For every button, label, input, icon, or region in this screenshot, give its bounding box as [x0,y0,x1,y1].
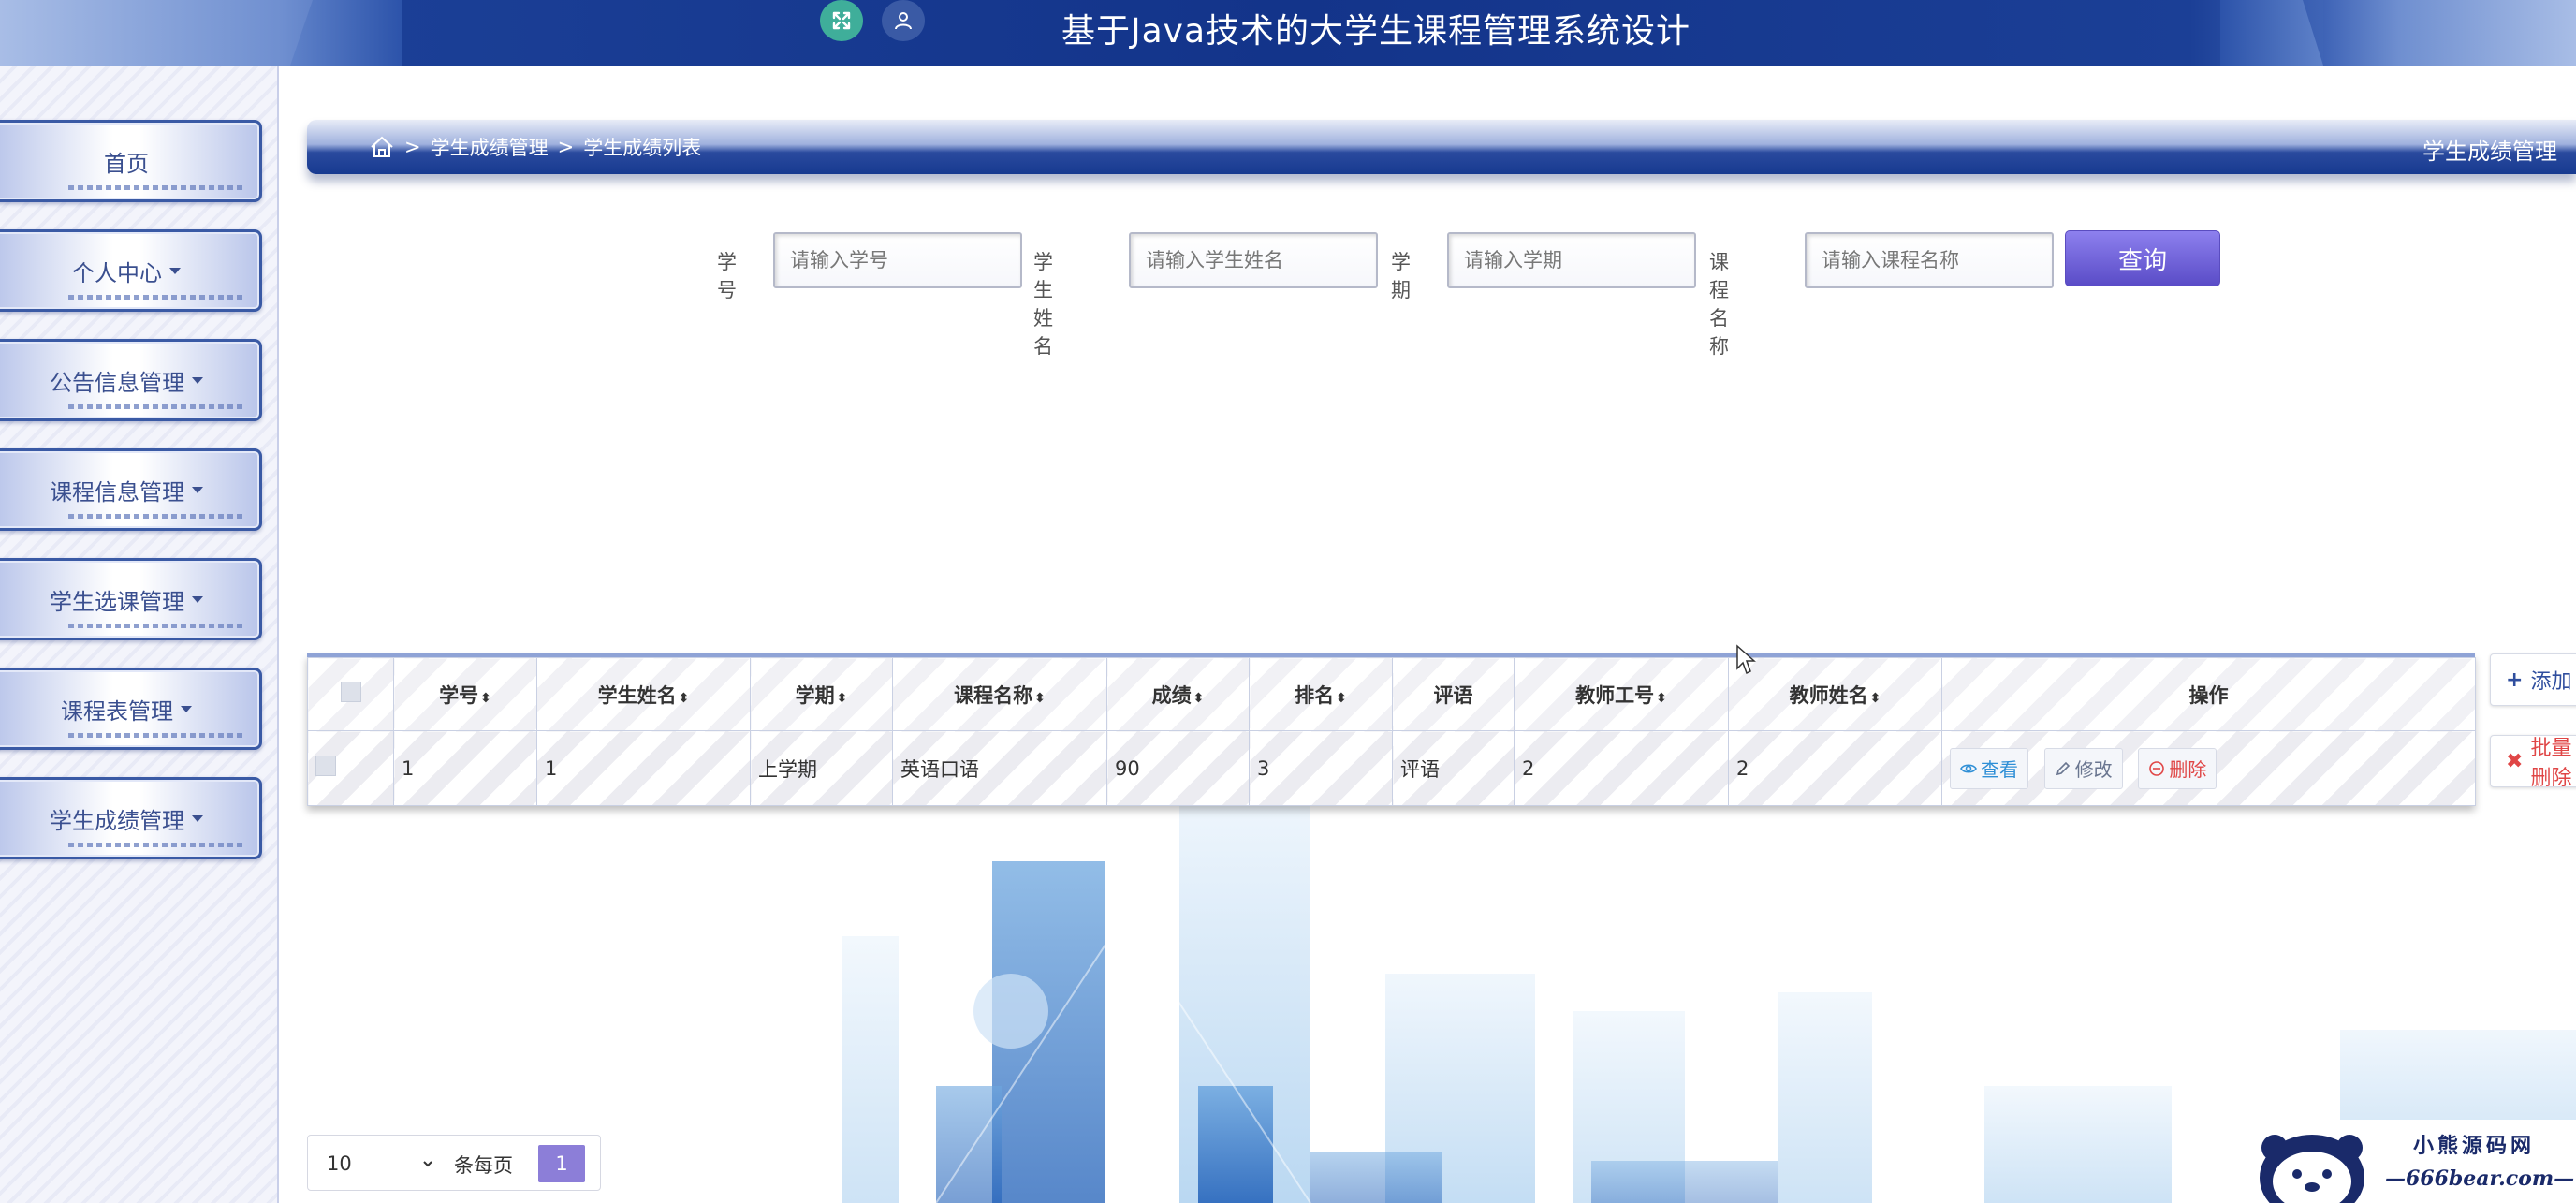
row-select-cell [307,730,394,806]
header-decoration-right-bevel [2220,0,2323,66]
breadcrumb: > 学生成绩管理 > 学生成绩列表 [369,133,701,161]
column-header-student-name[interactable]: 学生姓名 ⬍ [536,657,751,731]
sidebar-item-timetable[interactable]: 课程表管理 [0,668,262,750]
header-decoration-right [2323,0,2576,66]
sort-icon: ⬍ [1034,690,1046,706]
student-id-label: 学号 [717,251,737,301]
sort-icon: ⬍ [1193,690,1205,706]
select-all-checkbox[interactable] [340,682,361,702]
column-header-rank[interactable]: 排名 ⬍ [1249,657,1393,731]
sidebar-item-course-selection[interactable]: 学生选课管理 [0,558,262,640]
caret-down-icon [192,486,203,493]
sidebar-item-home[interactable]: 首页 [0,120,262,202]
watermark-line2: —666bear.com— [2385,1166,2575,1191]
cell-teacher-id: 2 [1514,730,1729,806]
page-size-label: 条每页 [454,1154,513,1177]
close-icon: ✖ [2506,749,2524,773]
breadcrumb-bar: > 学生成绩管理 > 学生成绩列表 学生成绩管理 [307,120,2576,174]
breadcrumb-separator: > [404,136,421,158]
cell-comment: 评语 [1392,730,1515,806]
pencil-icon [2056,761,2070,775]
sidebar-item-label: 课程表管理 [61,697,173,725]
bear-logo-icon [2260,1135,2364,1203]
cell-course-name: 英语口语 [892,730,1107,806]
student-name-label: 学生姓名 [1033,251,1053,358]
caret-down-icon [169,267,181,274]
sidebar-item-label: 课程信息管理 [50,478,184,506]
sidebar-item-label: 个人中心 [72,259,162,286]
mouse-cursor-icon [1736,644,1756,675]
sidebar-item-notice-management[interactable]: 公告信息管理 [0,339,262,421]
column-header-term[interactable]: 学期 ⬍ [750,657,893,731]
expand-icon[interactable] [820,0,863,41]
search-button[interactable]: 查询 [2065,230,2220,286]
column-header-course-name[interactable]: 课程名称 ⬍ [892,657,1107,731]
sidebar: 首页 个人中心 公告信息管理 课程信息管理 学生选课管理 课程表管理 学生成绩管… [0,66,279,1203]
table-header-row: 学号 ⬍ 学生姓名 ⬍ 学期 ⬍ 课程名称 ⬍ 成绩 ⬍ 排名 ⬍ 评语 教师工号 ⬍ 教师姓… [307,657,2476,731]
page-number-current[interactable]: 1 [538,1145,585,1182]
sidebar-item-course-management[interactable]: 课程信息管理 [0,448,262,531]
student-id-input[interactable] [773,232,1022,288]
eye-icon [1960,763,1977,773]
sidebar-item-label: 首页 [104,150,149,177]
column-header-student-id[interactable]: 学号 ⬍ [393,657,537,731]
cell-score: 90 [1106,730,1250,806]
column-header-comment: 评语 [1392,657,1515,731]
cell-actions: 查看 修改 删除 [1941,730,2476,806]
sort-icon: ⬍ [836,690,848,706]
cell-term: 上学期 [750,730,893,806]
select-all-cell [307,657,394,731]
term-input[interactable] [1447,232,1696,288]
page-size-select[interactable]: 10 [323,1145,435,1182]
batch-delete-button[interactable]: ✖ 批量删除 [2490,735,2576,790]
sort-icon: ⬍ [678,690,690,706]
minus-circle-icon [2149,760,2165,776]
breadcrumb-level2: 学生成绩列表 [583,137,702,159]
breadcrumb-level1[interactable]: 学生成绩管理 [431,133,549,161]
breadcrumb-separator: > [557,136,575,158]
table-row: 1 1 上学期 英语口语 90 3 评语 2 2 查看 修改 删除 [307,730,2476,806]
cell-student-name: 1 [536,730,751,806]
sidebar-item-grade-management[interactable]: 学生成绩管理 [0,777,262,859]
column-header-actions: 操作 [1941,657,2476,731]
course-name-input[interactable] [1805,232,2054,288]
home-icon[interactable] [369,135,395,159]
sidebar-item-label: 学生选课管理 [50,588,184,615]
top-header: 基于Java技术的大学生课程管理系统设计 [0,0,2576,66]
watermark-line1: 小熊源码网 [2413,1134,2536,1158]
user-icon[interactable] [882,0,925,41]
city-background-image [842,805,2576,1203]
plus-icon: + [2506,668,2524,692]
student-name-input[interactable] [1129,232,1378,288]
view-button[interactable]: 查看 [1950,747,2028,789]
caret-down-icon [192,376,203,384]
column-header-teacher-name[interactable]: 教师姓名 ⬍ [1728,657,1942,731]
add-button[interactable]: + 添加 [2490,653,2576,706]
caret-down-icon [181,705,192,712]
edit-button[interactable]: 修改 [2043,747,2123,789]
sidebar-item-label: 公告信息管理 [50,369,184,396]
cell-student-id: 1 [393,730,537,806]
sort-icon: ⬍ [1869,690,1881,706]
page-title: 学生成绩管理 [2422,139,2557,165]
column-header-score[interactable]: 成绩 ⬍ [1106,657,1250,731]
grades-table: 学号 ⬍ 学生姓名 ⬍ 学期 ⬍ 课程名称 ⬍ 成绩 ⬍ 排名 ⬍ 评语 教师工号 ⬍ 教师姓… [307,653,2476,806]
sort-icon: ⬍ [1336,690,1347,706]
column-header-teacher-id[interactable]: 教师工号 ⬍ [1514,657,1729,731]
sort-icon: ⬍ [1656,690,1667,706]
delete-button[interactable]: 删除 [2138,747,2217,789]
cell-rank: 3 [1249,730,1393,806]
watermark-logo: 小熊源码网 —666bear.com— [2254,1120,2576,1203]
term-label: 学期 [1391,251,1411,301]
sidebar-item-label: 学生成绩管理 [50,807,184,834]
sort-icon: ⬍ [480,690,491,706]
sidebar-item-personal-center[interactable]: 个人中心 [0,229,262,312]
app-title: 基于Java技术的大学生课程管理系统设计 [1061,12,1691,51]
cell-teacher-name: 2 [1728,730,1942,806]
pagination: 10 条每页 1 [307,1135,601,1191]
row-checkbox[interactable] [315,756,336,776]
caret-down-icon [192,814,203,822]
caret-down-icon [192,595,203,603]
course-name-label: 课程名称 [1709,251,1729,358]
